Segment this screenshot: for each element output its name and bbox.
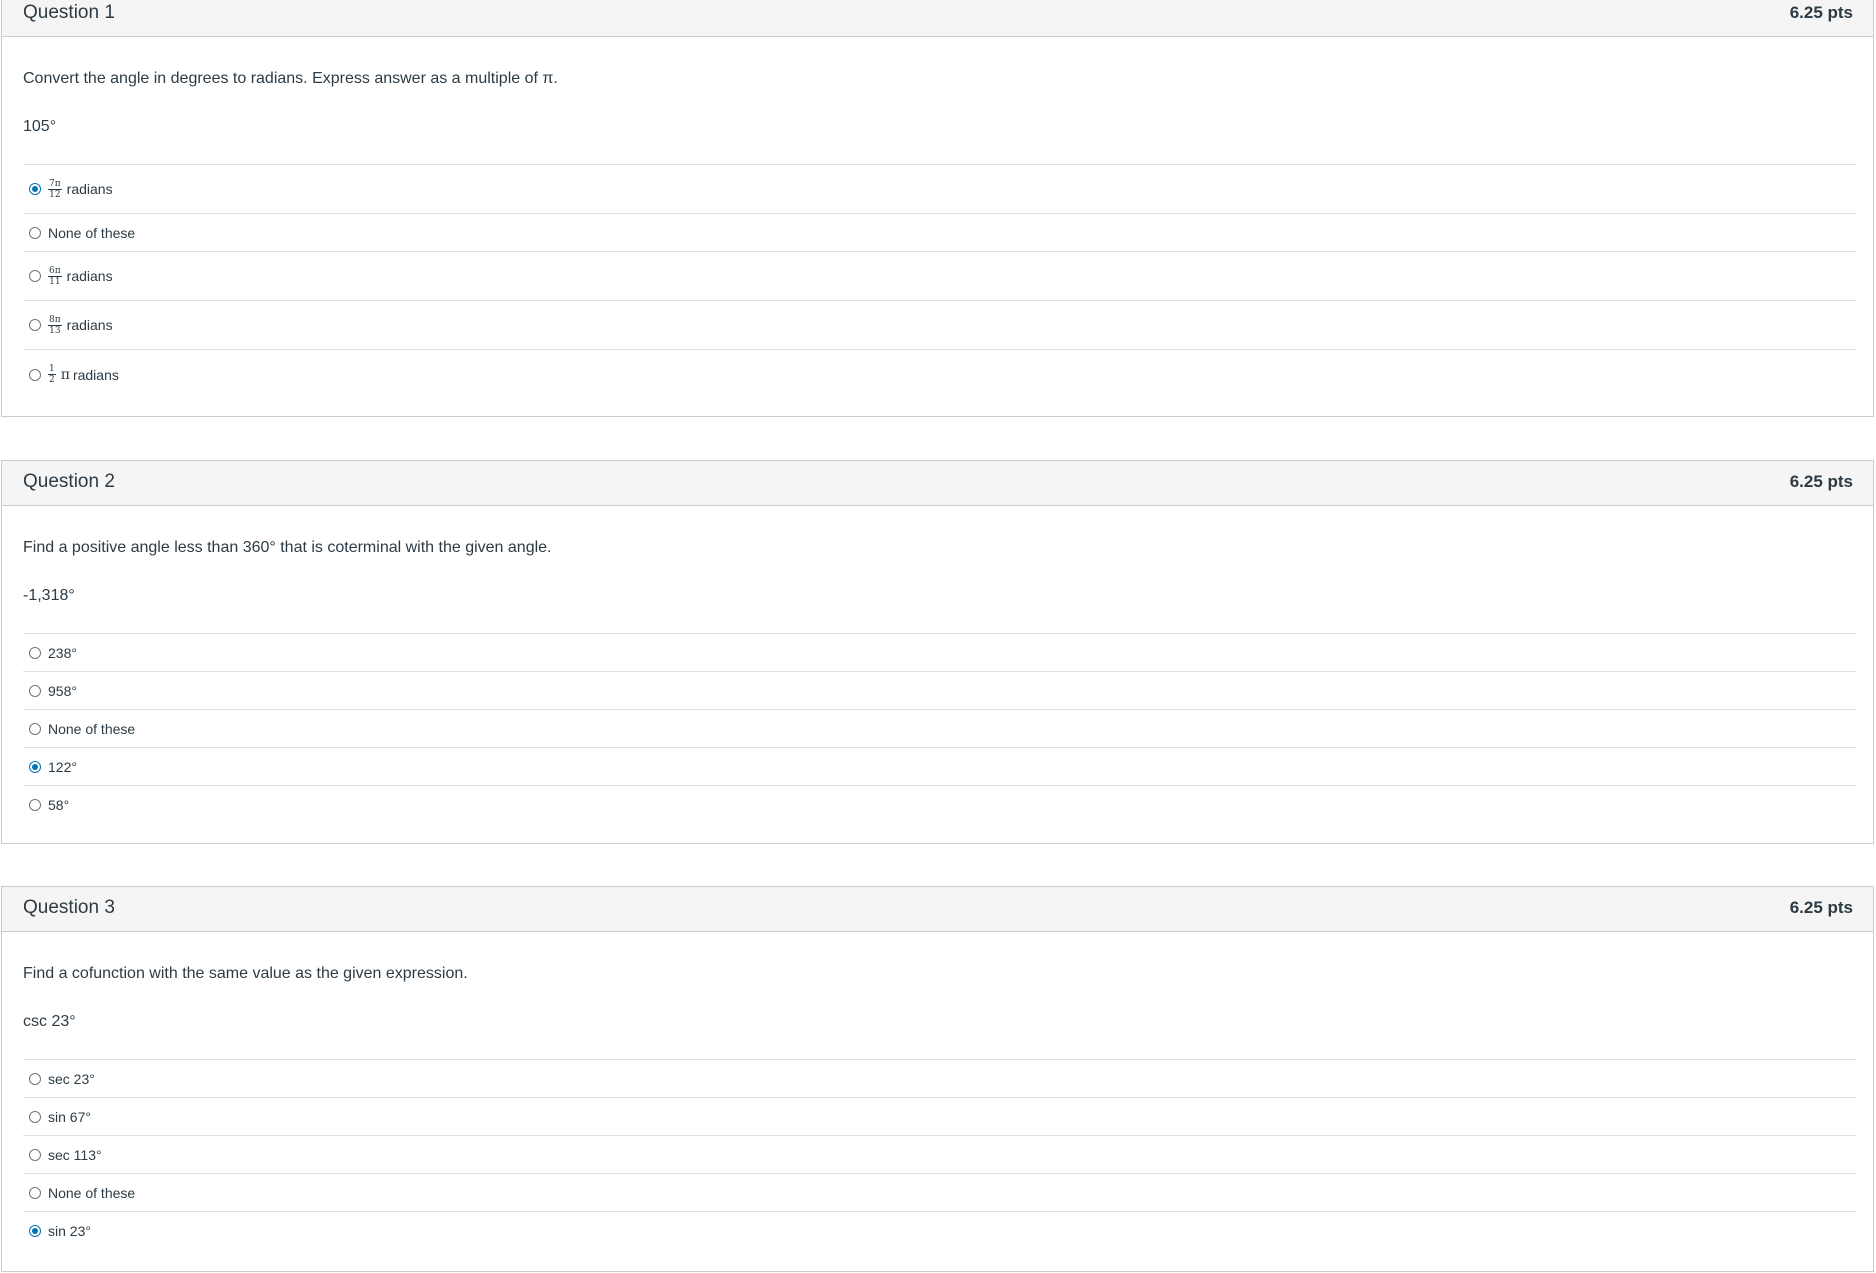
radio-button[interactable] — [29, 722, 41, 735]
radio-button-selected[interactable] — [29, 1225, 41, 1237]
answer-option[interactable]: sin 23° — [23, 1212, 1856, 1250]
question-1: Question 1 6.25 pts Convert the angle in… — [1, 0, 1874, 417]
question-prompt: Find a cofunction with the same value as… — [23, 965, 468, 982]
question-prompt: Find a positive angle less than 360° tha… — [23, 539, 552, 556]
answer-option[interactable]: None of these — [23, 214, 1856, 252]
radio-button[interactable] — [29, 1072, 41, 1085]
fraction-denominator: 11 — [49, 276, 61, 287]
answer-option[interactable]: 58° — [23, 786, 1856, 824]
fraction: 1 2 — [48, 364, 56, 385]
radio-button[interactable] — [29, 1110, 41, 1123]
answer-option[interactable]: None of these — [23, 1174, 1856, 1212]
answer-label: None of these — [48, 720, 136, 737]
question-points: 6.25 pts — [1789, 3, 1853, 22]
radio-button[interactable] — [29, 1148, 41, 1161]
answer-label: 122° — [48, 758, 77, 775]
answer-label: None of these — [48, 1184, 136, 1201]
fraction-denominator: 13 — [49, 325, 61, 336]
fraction-numerator: 8π — [48, 314, 62, 326]
pi-symbol: π — [60, 366, 70, 383]
answer-option[interactable]: 6π 11 radians — [23, 252, 1856, 301]
question-points: 6.25 pts — [1789, 472, 1853, 491]
answer-option[interactable]: 122° — [23, 748, 1856, 786]
answer-label: sec 113° — [48, 1146, 102, 1163]
question-given-value: csc 23° — [23, 1013, 76, 1030]
fraction-denominator: 12 — [49, 189, 61, 200]
radio-button[interactable] — [29, 1186, 41, 1199]
fraction: 6π 11 — [48, 266, 62, 287]
answer-option[interactable]: sec 113° — [23, 1136, 1856, 1174]
fraction: 8π 13 — [48, 315, 62, 336]
answer-label: sec 23° — [48, 1070, 95, 1087]
answer-label: sin 23° — [48, 1223, 91, 1239]
question-2: Question 2 6.25 pts Find a positive angl… — [1, 460, 1874, 844]
radio-button[interactable] — [29, 368, 41, 381]
question-header: Question 3 6.25 pts — [2, 887, 1873, 932]
answer-label: 958° — [48, 682, 77, 699]
question-header: Question 1 6.25 pts — [2, 0, 1873, 37]
answer-option[interactable]: 8π 13 radians — [23, 301, 1856, 350]
answer-option[interactable]: 958° — [23, 672, 1856, 710]
answer-list: 7π 12 radians None of these 6π 11 radian… — [23, 164, 1856, 399]
question-title: Question 2 — [23, 471, 115, 492]
answer-option[interactable]: sin 67° — [23, 1098, 1856, 1136]
answer-option[interactable]: 238° — [23, 634, 1856, 672]
answer-label: radians — [72, 366, 119, 383]
radio-button-selected[interactable] — [29, 183, 41, 195]
fraction-numerator: 6π — [48, 265, 62, 277]
question-given-value: -1,318° — [23, 587, 75, 604]
question-prompt: Convert the angle in degrees to radians.… — [23, 70, 558, 87]
answer-label: radians — [66, 181, 113, 197]
answer-label: 58° — [48, 797, 70, 813]
radio-button[interactable] — [29, 684, 41, 697]
question-given-value: 105° — [23, 118, 57, 135]
answer-option[interactable]: 7π 12 radians — [23, 165, 1856, 214]
answer-label: sin 67° — [48, 1108, 91, 1125]
answer-option[interactable]: 1 2 π radians — [23, 350, 1856, 399]
question-header: Question 2 6.25 pts — [2, 461, 1873, 506]
fraction-denominator: 2 — [49, 375, 55, 385]
answer-label: radians — [66, 317, 113, 333]
question-title: Question 1 — [23, 2, 115, 23]
radio-button[interactable] — [29, 799, 41, 811]
answer-list: 238° 958° None of these 122° 58° — [23, 633, 1856, 824]
answer-label: 238° — [48, 644, 77, 661]
fraction-numerator: 7π — [48, 178, 62, 190]
fraction-numerator: 1 — [48, 364, 56, 375]
answer-label: None of these — [48, 224, 136, 241]
question-points: 6.25 pts — [1789, 898, 1853, 917]
radio-button[interactable] — [29, 319, 41, 331]
answer-option[interactable]: sec 23° — [23, 1060, 1856, 1098]
radio-button[interactable] — [29, 646, 41, 659]
answer-list: sec 23° sin 67° sec 113° None of these s… — [23, 1059, 1856, 1250]
question-3: Question 3 6.25 pts Find a cofunction wi… — [1, 886, 1874, 1272]
question-title: Question 3 — [23, 897, 115, 918]
fraction: 7π 12 — [48, 179, 62, 200]
answer-option[interactable]: None of these — [23, 710, 1856, 748]
radio-button-selected[interactable] — [29, 760, 41, 773]
answer-label: radians — [66, 268, 113, 284]
radio-button[interactable] — [29, 226, 41, 239]
radio-button[interactable] — [29, 270, 41, 282]
